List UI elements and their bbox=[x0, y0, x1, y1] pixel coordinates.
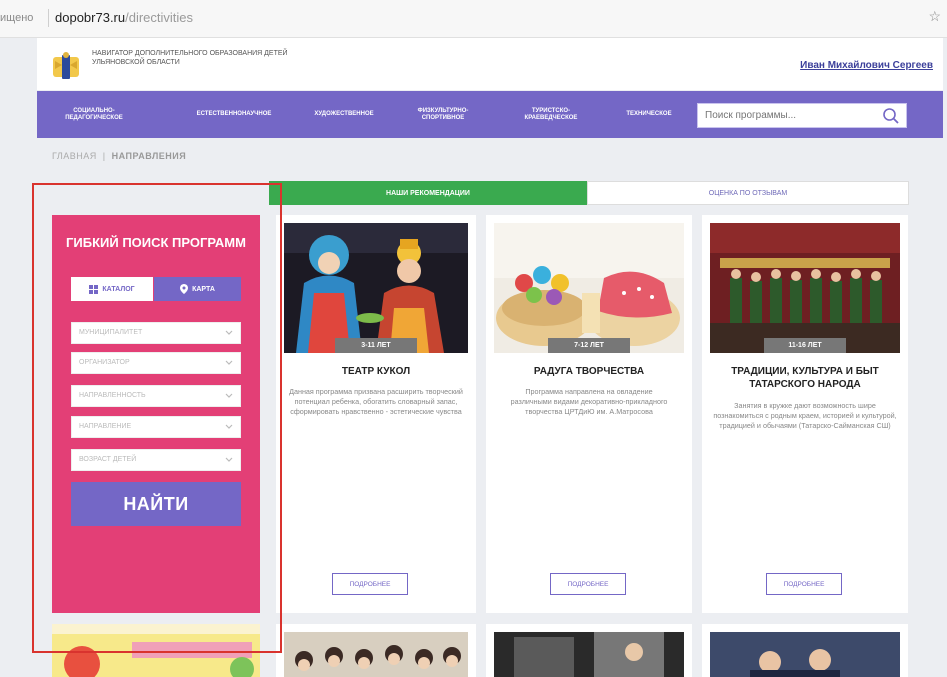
search-icon[interactable] bbox=[882, 107, 900, 125]
program-title[interactable]: РАДУГА ТВОРЧЕСТВА bbox=[494, 365, 684, 378]
craft-basket-photo bbox=[494, 223, 684, 353]
nav-item-technical[interactable]: ТЕХНИЧЕСКОЕ bbox=[613, 91, 685, 138]
filter-title: ГИБКИЙ ПОИСК ПРОГРАММ bbox=[66, 235, 246, 250]
breadcrumb: ГЛАВНАЯ | НАПРАВЛЕНИЯ bbox=[52, 151, 186, 161]
map-pin-icon bbox=[180, 284, 189, 294]
bookmark-star-icon[interactable]: ☆ bbox=[928, 8, 941, 25]
program-title[interactable]: ТЕАТР КУКОЛ bbox=[284, 365, 468, 378]
program-image bbox=[284, 632, 468, 677]
select-placeholder: НАПРАВЛЕНИЕ bbox=[79, 423, 132, 430]
address-divider bbox=[48, 9, 49, 27]
url-field[interactable]: dopobr73.ru/directivities bbox=[55, 10, 193, 25]
chevron-down-icon bbox=[225, 457, 233, 462]
security-label: ищено bbox=[0, 12, 34, 24]
catalog-toggle[interactable]: КАТАЛОГ bbox=[71, 277, 153, 301]
select-placeholder: НАПРАВЛЕННОСТЬ bbox=[79, 392, 146, 399]
promo-card[interactable] bbox=[52, 624, 260, 677]
chevron-down-icon bbox=[225, 360, 233, 365]
program-card[interactable] bbox=[702, 624, 908, 677]
details-button[interactable]: ПОДРОБНЕЕ bbox=[332, 573, 408, 595]
find-button[interactable]: НАЙТИ bbox=[71, 482, 241, 526]
site-brand[interactable]: НАВИГАТОР ДОПОЛНИТЕЛЬНОГО ОБРАЗОВАНИЯ ДЕ… bbox=[92, 50, 292, 67]
chevron-down-icon bbox=[225, 424, 233, 429]
chevron-down-icon bbox=[225, 330, 233, 335]
details-button[interactable]: ПОДРОБНЕЕ bbox=[766, 573, 842, 595]
age-badge: 7-12 ЛЕТ bbox=[548, 338, 630, 353]
age-badge: 11-16 ЛЕТ bbox=[764, 338, 846, 353]
focus-select[interactable]: НАПРАВЛЕННОСТЬ bbox=[71, 385, 241, 407]
select-placeholder: ВОЗРАСТ ДЕТЕЙ bbox=[79, 456, 137, 463]
program-card[interactable] bbox=[276, 624, 476, 677]
breadcrumb-separator: | bbox=[102, 151, 106, 161]
details-button[interactable]: ПОДРОБНЕЕ bbox=[550, 573, 626, 595]
program-image[interactable]: 3-11 ЛЕТ bbox=[284, 223, 468, 353]
program-image[interactable]: 7-12 ЛЕТ bbox=[494, 223, 684, 353]
program-image bbox=[494, 632, 684, 677]
nav-item-sport[interactable]: ФИЗКУЛЬТУРНО-СПОРТИВНОЕ bbox=[403, 91, 483, 138]
catalog-label: КАТАЛОГ bbox=[102, 285, 135, 293]
site-header: НАВИГАТОР ДОПОЛНИТЕЛЬНОГО ОБРАЗОВАНИЯ ДЕ… bbox=[37, 38, 943, 90]
age-badge: 3-11 ЛЕТ bbox=[335, 338, 417, 353]
map-toggle[interactable]: КАРТА bbox=[154, 277, 241, 301]
program-description: Программа направлена на овладение различ… bbox=[510, 387, 668, 416]
select-placeholder: МУНИЦИПАЛИТЕТ bbox=[79, 329, 143, 336]
coat-of-arms-logo[interactable] bbox=[51, 51, 81, 81]
program-card[interactable] bbox=[486, 624, 692, 677]
select-placeholder: ОРГАНИЗАТОР bbox=[79, 359, 130, 366]
direction-select[interactable]: НАПРАВЛЕНИЕ bbox=[71, 416, 241, 438]
program-search bbox=[697, 103, 907, 128]
grid-icon bbox=[89, 284, 99, 294]
flexible-search-panel: ГИБКИЙ ПОИСК ПРОГРАММ КАТАЛОГ КАРТА МУНИ… bbox=[52, 215, 260, 613]
program-description: Данная программа призвана расширить твор… bbox=[289, 387, 463, 416]
search-input[interactable] bbox=[698, 104, 878, 127]
main-nav: СОЦИАЛЬНО-ПЕДАГОГИЧЕСКОЕ ЕСТЕСТВЕННОНАУЧ… bbox=[37, 91, 943, 138]
url-domain: dopobr73.ru bbox=[55, 10, 126, 25]
breadcrumb-current: НАПРАВЛЕНИЯ bbox=[111, 151, 187, 161]
program-image[interactable]: 11-16 ЛЕТ bbox=[710, 223, 900, 353]
map-label: КАРТА bbox=[192, 285, 215, 293]
tab-recommendations[interactable]: НАШИ РЕКОМЕНДАЦИИ bbox=[269, 181, 587, 205]
program-image bbox=[710, 632, 900, 677]
tab-reviews[interactable]: ОЦЕНКА ПО ОТЗЫВАМ bbox=[587, 181, 909, 205]
promo-banner-image bbox=[52, 624, 260, 677]
breadcrumb-home[interactable]: ГЛАВНАЯ bbox=[52, 151, 97, 161]
organizer-select[interactable]: ОРГАНИЗАТОР bbox=[71, 352, 241, 374]
municipality-select[interactable]: МУНИЦИПАЛИТЕТ bbox=[71, 322, 241, 344]
nav-item-tourism[interactable]: ТУРИСТСКО-КРАЕВЕДЧЕСКОЕ bbox=[511, 91, 591, 138]
nav-item-art[interactable]: ХУДОЖЕСТВЕННОЕ bbox=[299, 91, 389, 138]
user-profile-link[interactable]: Иван Михайлович Сергеев bbox=[800, 60, 933, 71]
chevron-down-icon bbox=[225, 393, 233, 398]
program-card[interactable]: 11-16 ЛЕТ ТРАДИЦИИ, КУЛЬТУРА И БЫТ ТАТАР… bbox=[702, 215, 908, 613]
nav-item-science[interactable]: ЕСТЕСТВЕННОНАУЧНОЕ bbox=[175, 91, 293, 138]
browser-address-bar: ищено dopobr73.ru/directivities ☆ bbox=[0, 0, 947, 38]
age-select[interactable]: ВОЗРАСТ ДЕТЕЙ bbox=[71, 449, 241, 471]
puppet-theatre-photo bbox=[284, 223, 468, 353]
program-description: Занятия в кружке дают возможность шире п… bbox=[713, 401, 897, 430]
program-card[interactable]: 7-12 ЛЕТ РАДУГА ТВОРЧЕСТВА Программа нап… bbox=[486, 215, 692, 613]
tatar-culture-photo bbox=[710, 223, 900, 353]
program-title[interactable]: ТРАДИЦИИ, КУЛЬТУРА И БЫТ ТАТАРСКОГО НАРО… bbox=[710, 365, 900, 391]
program-card[interactable]: 3-11 ЛЕТ ТЕАТР КУКОЛ Данная программа пр… bbox=[276, 215, 476, 613]
nav-item-social[interactable]: СОЦИАЛЬНО-ПЕДАГОГИЧЕСКОЕ bbox=[51, 91, 137, 138]
url-path: /directivities bbox=[125, 10, 194, 25]
